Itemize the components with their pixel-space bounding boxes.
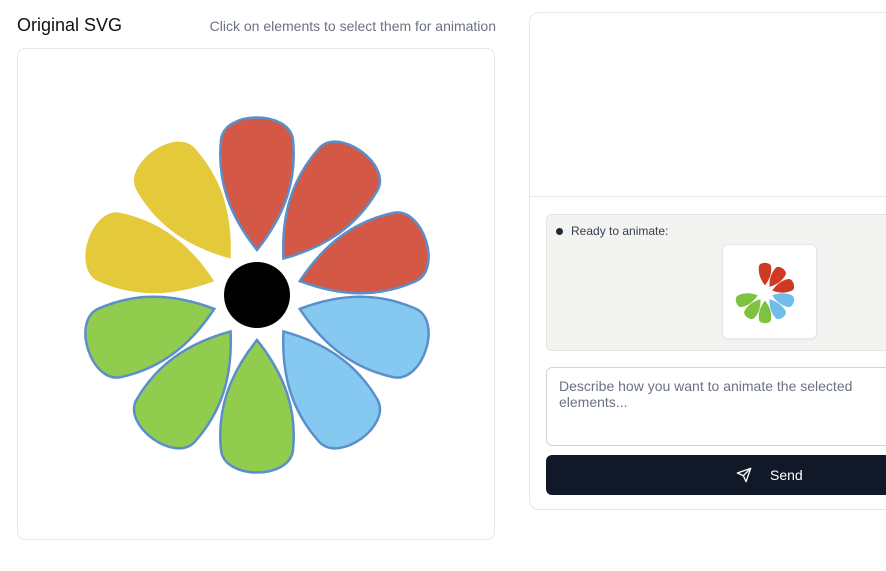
instruction-hint: Click on elements to select them for ani…: [209, 18, 496, 34]
animation-prompt-input[interactable]: [546, 367, 886, 446]
thumbnail-flower: [735, 262, 795, 324]
selection-preview: Ready to animate:: [546, 214, 886, 351]
status-dot-icon: [556, 228, 563, 235]
send-icon: [736, 467, 752, 483]
petal-green-1[interactable]: [219, 337, 295, 474]
svg-canvas: [17, 48, 495, 540]
animation-panel: Ready to animate: Describe how you want …: [529, 12, 886, 510]
selection-thumbnail: [722, 244, 817, 339]
panel-divider: [530, 196, 886, 197]
ready-label: Ready to animate:: [571, 224, 669, 238]
send-label: Send: [770, 467, 803, 483]
petal-red-1[interactable]: [219, 116, 295, 253]
send-button[interactable]: Send: [546, 455, 886, 495]
flower-svg: [84, 116, 430, 474]
flower-center[interactable]: [224, 262, 290, 328]
page-title: Original SVG: [17, 15, 123, 35]
